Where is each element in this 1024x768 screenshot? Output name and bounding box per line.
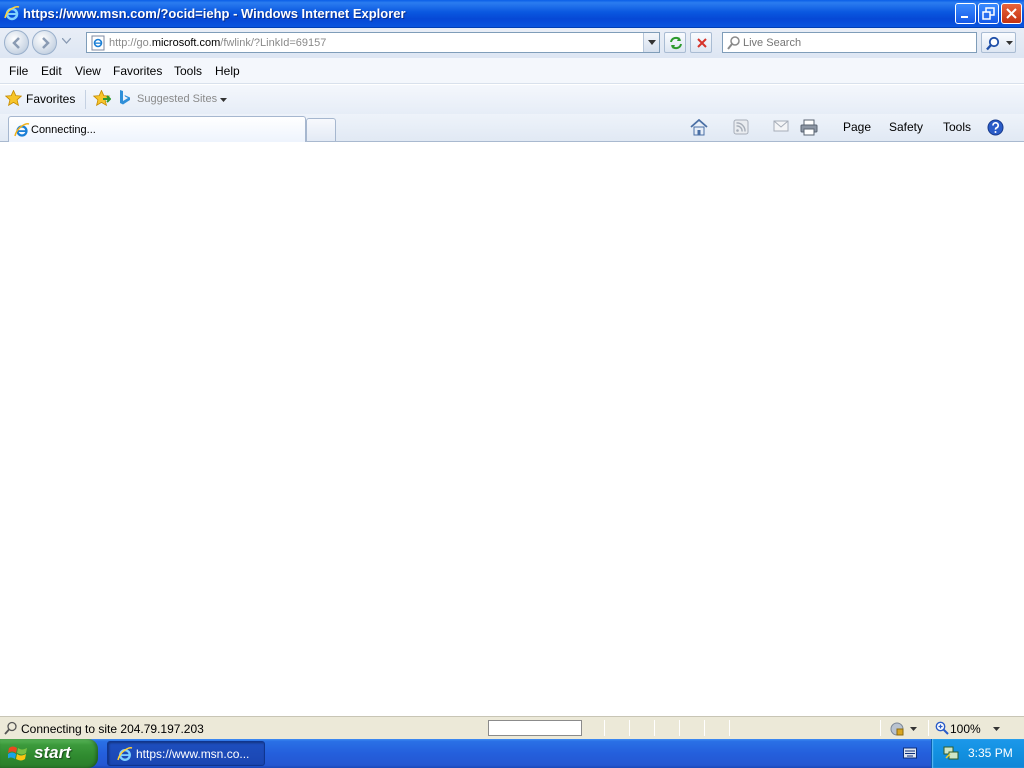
zoom-dropdown-icon[interactable] bbox=[993, 727, 1000, 731]
address-dropdown-button[interactable] bbox=[643, 33, 659, 52]
ie-logo-icon bbox=[117, 747, 133, 761]
chevron-down-icon bbox=[648, 40, 656, 45]
restore-icon bbox=[982, 7, 995, 20]
menu-help[interactable]: Help bbox=[215, 64, 240, 78]
url-prefix: http://go. bbox=[109, 37, 152, 49]
zoom-level: 100% bbox=[950, 722, 981, 736]
add-to-favorites-bar-icon[interactable] bbox=[93, 90, 111, 107]
taskbar: start https://www.msn.co... 3:35 PM bbox=[0, 739, 1024, 768]
clock[interactable]: 3:35 PM bbox=[968, 746, 1013, 760]
menu-bar: File Edit View Favorites Tools Help bbox=[0, 58, 1024, 84]
menu-view[interactable]: View bbox=[75, 64, 101, 78]
printer-icon bbox=[800, 119, 818, 136]
stop-icon bbox=[697, 38, 707, 48]
search-icon bbox=[986, 36, 1000, 51]
home-icon bbox=[690, 119, 708, 136]
tab-label: Connecting... bbox=[31, 124, 96, 136]
menu-favorites[interactable]: Favorites bbox=[113, 64, 162, 78]
taskbar-ie-window-button[interactable]: https://www.msn.co... bbox=[107, 741, 265, 766]
forward-button[interactable] bbox=[32, 30, 57, 55]
progress-bar bbox=[488, 720, 582, 736]
suggested-sites-label: Suggested Sites bbox=[137, 93, 218, 105]
chevron-down-icon bbox=[220, 98, 227, 102]
rss-feed-icon bbox=[733, 119, 749, 135]
bing-icon bbox=[120, 90, 130, 105]
mail-icon bbox=[773, 120, 789, 132]
page-ie-icon bbox=[91, 35, 105, 51]
status-divider bbox=[704, 720, 705, 736]
status-divider bbox=[604, 720, 605, 736]
keyboard-icon[interactable] bbox=[903, 747, 917, 759]
help-icon bbox=[987, 119, 1004, 136]
address-bar[interactable]: http://go.microsoft.com/fwlink/?LinkId=6… bbox=[86, 32, 660, 53]
refresh-icon bbox=[670, 36, 682, 50]
connecting-search-icon bbox=[4, 721, 17, 735]
status-bar: Connecting to site 204.79.197.203 100% bbox=[0, 716, 1024, 739]
start-label: start bbox=[34, 743, 71, 762]
url-path: /fwlink/?LinkId=69157 bbox=[220, 37, 327, 49]
tab-active[interactable]: Connecting... bbox=[8, 116, 306, 142]
status-divider bbox=[880, 720, 881, 736]
search-box[interactable] bbox=[722, 32, 977, 53]
status-text: Connecting to site 204.79.197.203 bbox=[21, 722, 204, 736]
star-icon bbox=[5, 90, 22, 106]
search-options-dropdown-icon[interactable] bbox=[1006, 41, 1013, 45]
favorites-separator bbox=[85, 90, 86, 109]
menu-tools[interactable]: Tools bbox=[174, 64, 202, 78]
network-connecting-icon[interactable] bbox=[943, 745, 959, 761]
windows-logo-icon bbox=[8, 746, 27, 761]
back-arrow-icon bbox=[12, 37, 20, 49]
search-button[interactable] bbox=[981, 32, 1016, 53]
url-host: microsoft.com bbox=[151, 37, 221, 49]
close-icon bbox=[1006, 8, 1017, 19]
favorites-label: Favorites bbox=[26, 92, 76, 106]
forward-arrow-icon bbox=[42, 37, 50, 49]
minimize-button[interactable] bbox=[955, 3, 976, 24]
safety-menu-button[interactable]: Safety bbox=[889, 120, 923, 134]
recent-pages-dropdown-icon[interactable] bbox=[62, 38, 71, 44]
search-provider-icon bbox=[727, 36, 740, 50]
minimize-icon bbox=[961, 16, 968, 18]
taskbar-window-label: https://www.msn.co... bbox=[136, 747, 250, 761]
status-divider bbox=[679, 720, 680, 736]
ie-page-icon bbox=[14, 123, 30, 137]
restore-button[interactable] bbox=[978, 3, 999, 24]
refresh-button[interactable] bbox=[664, 32, 686, 53]
search-input[interactable] bbox=[743, 35, 971, 50]
close-button[interactable] bbox=[1001, 3, 1022, 24]
system-tray: 3:35 PM bbox=[931, 739, 1024, 768]
window-title: https://www.msn.com/?ocid=iehp - Windows… bbox=[23, 6, 406, 21]
ie-logo-icon bbox=[4, 6, 20, 21]
title-bar[interactable]: https://www.msn.com/?ocid=iehp - Windows… bbox=[0, 0, 1024, 28]
protected-mode-icon[interactable] bbox=[890, 721, 918, 737]
menu-edit[interactable]: Edit bbox=[41, 64, 62, 78]
tools-menu-button[interactable]: Tools bbox=[943, 120, 971, 134]
status-divider bbox=[629, 720, 630, 736]
back-button[interactable] bbox=[4, 30, 29, 55]
favorites-bar: Favorites Suggested Sites bbox=[0, 85, 1024, 114]
address-url[interactable]: http://go.microsoft.com/fwlink/?LinkId=6… bbox=[109, 37, 326, 49]
new-tab-button[interactable] bbox=[306, 118, 336, 141]
page-content[interactable] bbox=[0, 142, 1024, 716]
menu-file[interactable]: File bbox=[9, 64, 28, 78]
status-divider bbox=[729, 720, 730, 736]
address-toolbar: http://go.microsoft.com/fwlink/?LinkId=6… bbox=[0, 28, 1024, 58]
tab-row: Connecting... Page Safety Tools bbox=[0, 114, 1024, 242]
start-button[interactable]: start bbox=[0, 739, 98, 768]
page-menu-button[interactable]: Page bbox=[843, 120, 871, 134]
status-divider bbox=[928, 720, 929, 736]
zoom-icon bbox=[935, 721, 949, 735]
stop-button[interactable] bbox=[690, 32, 712, 53]
status-divider bbox=[654, 720, 655, 736]
